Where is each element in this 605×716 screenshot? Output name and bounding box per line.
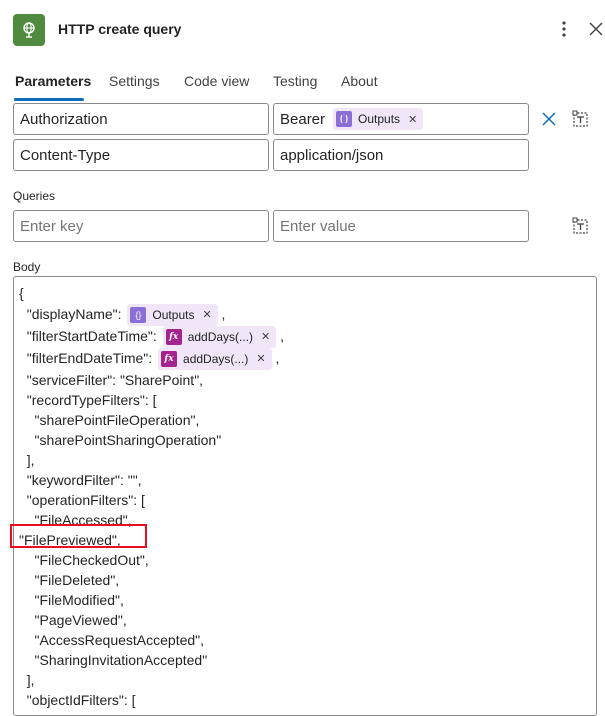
code-text: "FileCheckedOut", [19, 552, 149, 568]
globe-icon [23, 22, 35, 38]
token-label: Outputs [358, 112, 401, 126]
tab-about[interactable]: About [341, 73, 378, 89]
body-label: Body [13, 260, 41, 274]
close-icon [589, 22, 603, 36]
function-icon: fx [161, 351, 178, 368]
code-line: "filterStartDateTime": fx addDays(...) ✕ , [19, 326, 285, 349]
token-label: Outputs [152, 308, 195, 323]
more-options-button[interactable] [554, 18, 574, 40]
function-icon: fx [165, 329, 182, 346]
highlight-box [10, 524, 147, 548]
code-line: ], [19, 450, 35, 470]
header-value-text: application/json [280, 146, 384, 164]
app-icon [13, 14, 45, 46]
code-text: "filterEndDateTime": [19, 350, 157, 366]
delete-header-button[interactable] [538, 108, 560, 130]
code-line: "operationFilters": [ [19, 490, 145, 510]
code-text: "serviceFilter": "SharePoint", [19, 372, 204, 388]
remove-token-icon[interactable]: ✕ [408, 113, 417, 126]
code-text: ], [19, 452, 35, 468]
code-line: ], [19, 670, 35, 690]
code-line: "SharingInvitationAccepted" [19, 650, 208, 670]
code-line: "sharePointSharingOperation" [19, 430, 222, 450]
code-text: "AccessRequestAccepted", [19, 632, 205, 648]
header-value-field[interactable]: application/json [273, 139, 529, 171]
code-text: , [217, 306, 226, 322]
remove-token-icon[interactable]: ✕ [256, 349, 265, 369]
code-line: "sharePointFileOperation", [19, 410, 200, 430]
code-text: , [271, 350, 280, 366]
close-icon [542, 112, 556, 126]
close-button[interactable] [586, 18, 605, 40]
query-value-input[interactable] [273, 210, 529, 242]
header-value-field[interactable]: Bearer Outputs ✕ [273, 103, 529, 135]
code-line: "PageViewed", [19, 610, 127, 630]
code-text: "FileDeleted", [19, 572, 120, 588]
code-line: "FileModified", [19, 590, 124, 610]
code-line: "objectIdFilters": [ [19, 690, 136, 710]
remove-token-icon[interactable]: ✕ [202, 305, 211, 325]
code-text: "operationFilters": [ [19, 492, 145, 508]
code-text: "PageViewed", [19, 612, 127, 628]
code-text: "recordTypeFilters": [ [19, 392, 157, 408]
dynamic-content-token[interactable]: {} Outputs ✕ [127, 304, 218, 327]
header-key-value: Content-Type [20, 146, 111, 164]
code-text: "FileModified", [19, 592, 124, 608]
code-text: , [276, 328, 285, 344]
code-line: "serviceFilter": "SharePoint", [19, 370, 203, 390]
variable-icon [336, 111, 353, 127]
code-line: "FileDeleted", [19, 570, 120, 590]
code-text: "filterStartDateTime": [19, 328, 161, 344]
token-label: addDays(...) [183, 352, 249, 367]
toggle-text-mode-button[interactable] [570, 108, 592, 130]
code-text: "objectIdFilters": [ [19, 692, 136, 708]
more-vertical-icon [562, 21, 566, 37]
code-line: "FileCheckedOut", [19, 550, 149, 570]
code-text: "keywordFilter": "", [19, 472, 142, 488]
header-key-field[interactable]: Authorization [13, 103, 269, 135]
remove-token-icon[interactable]: ✕ [261, 327, 270, 347]
code-line: "AccessRequestAccepted", [19, 630, 204, 650]
header-key-field[interactable]: Content-Type [13, 139, 269, 171]
code-line: "recordTypeFilters": [ [19, 390, 157, 410]
text-mode-icon [572, 110, 588, 127]
tab-settings[interactable]: Settings [109, 73, 160, 89]
queries-label: Queries [13, 189, 56, 203]
code-line: "keywordFilter": "", [19, 470, 142, 490]
code-line: "displayName": {} Outputs ✕ , [19, 304, 226, 327]
token-label: addDays(...) [187, 330, 254, 345]
text-mode-icon [572, 217, 588, 234]
code-text: ], [19, 672, 35, 688]
code-text: "sharePointFileOperation", [19, 412, 200, 428]
variable-icon: {} [130, 307, 147, 324]
dynamic-content-token[interactable]: fx addDays(...) ✕ [162, 326, 277, 349]
code-text: "displayName": [19, 306, 126, 322]
dynamic-content-token[interactable]: Outputs ✕ [333, 108, 424, 130]
header-value-text: Bearer [280, 110, 326, 128]
page-title: HTTP create query [58, 21, 182, 37]
tab-code-view[interactable]: Code view [184, 73, 249, 89]
dynamic-content-token[interactable]: fx addDays(...) ✕ [158, 348, 272, 371]
query-key-input[interactable] [13, 210, 269, 242]
code-text: { [19, 285, 24, 301]
code-text: "sharePointSharingOperation" [19, 432, 222, 448]
header-key-value: Authorization [20, 110, 108, 128]
active-tab-indicator [14, 98, 84, 101]
toggle-text-mode-button[interactable] [570, 215, 592, 237]
code-text: "SharingInvitationAccepted" [19, 652, 208, 668]
tab-testing[interactable]: Testing [273, 73, 317, 89]
code-line: { [19, 283, 24, 303]
code-line: "filterEndDateTime": fx addDays(...) ✕ , [19, 348, 280, 371]
tab-parameters[interactable]: Parameters [15, 73, 91, 89]
